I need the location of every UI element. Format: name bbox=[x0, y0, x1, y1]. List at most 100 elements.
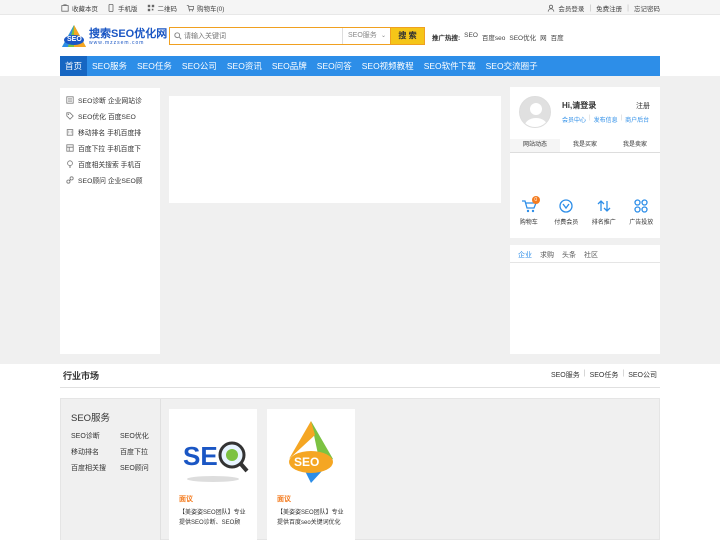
nav-home[interactable]: 首页 bbox=[60, 56, 88, 76]
quick-label: 广告投放 bbox=[629, 220, 654, 226]
bookmark-icon bbox=[61, 4, 69, 12]
divider: | bbox=[627, 4, 629, 12]
quick-links: 0 购物车 付费会员 排名推广 广告投放 bbox=[510, 196, 661, 226]
search-input[interactable] bbox=[184, 29, 334, 43]
quick-ad[interactable]: 广告投放 bbox=[623, 199, 661, 226]
side-item-label: 移动排名 手机百度排 bbox=[78, 130, 142, 137]
hot-link[interactable]: SEO bbox=[464, 32, 478, 42]
divider: | bbox=[589, 115, 591, 121]
side-item-mobile-rank[interactable]: 移动排名 手机百度排 bbox=[60, 124, 160, 140]
quick-cart[interactable]: 0 购物车 bbox=[510, 196, 548, 226]
nav-seo-qa[interactable]: SEO问答 bbox=[312, 56, 357, 76]
market-link-seo-company[interactable]: SEO公司 bbox=[628, 370, 657, 380]
quick-rank[interactable]: 排名推广 bbox=[585, 199, 623, 226]
forgot-password-link[interactable]: 忘记密码 bbox=[634, 3, 660, 13]
merchant-backend-link[interactable]: 商户后台 bbox=[625, 115, 649, 124]
hot-link[interactable]: SEO优化 bbox=[509, 32, 536, 42]
nav-seo-company[interactable]: SEO公司 bbox=[177, 56, 222, 76]
list-icon bbox=[66, 96, 74, 104]
rank-icon bbox=[597, 200, 611, 212]
product-card[interactable]: SE 面议 【美姿姿SEO团队】专业提供SEO诊断、SEO顾 bbox=[169, 409, 257, 540]
link-icon bbox=[66, 176, 74, 184]
hot-link[interactable]: 网 bbox=[540, 32, 547, 42]
category-link[interactable]: 百度相关搜 bbox=[71, 463, 120, 473]
search-category-label: SEO服务 bbox=[348, 32, 377, 39]
hot-searches: 推广热搜: SEO 百度seo SEO优化 网 百度 bbox=[432, 32, 564, 42]
product-card[interactable]: SEO 面议 【美姿姿SEO团队】专业提供百度seo关键词优化 bbox=[267, 409, 355, 540]
hot-label: 推广热搜: bbox=[432, 35, 461, 42]
tab-buyer[interactable]: 我是买家 bbox=[560, 139, 610, 152]
side-item-seo-consultant[interactable]: SEO顾问 企业SEO顾 bbox=[60, 172, 160, 188]
category-link[interactable]: 移动排名 bbox=[71, 447, 120, 457]
nav-seo-task[interactable]: SEO任务 bbox=[132, 56, 177, 76]
register-button[interactable]: 注册 bbox=[636, 101, 650, 111]
nav-seo-software[interactable]: SEO软件下载 bbox=[419, 56, 481, 76]
hot-link[interactable]: 百度seo bbox=[482, 32, 505, 42]
nav-seo-service[interactable]: SEO服务 bbox=[87, 56, 132, 76]
ad-icon bbox=[634, 199, 648, 213]
category-link[interactable]: 百度下拉 bbox=[120, 447, 160, 457]
hot-link[interactable]: 百度 bbox=[551, 32, 564, 42]
quick-vip[interactable]: 付费会员 bbox=[548, 199, 586, 226]
qrcode-icon bbox=[147, 4, 154, 12]
login-greeting[interactable]: Hi,请登录 bbox=[562, 100, 596, 111]
market-link-seo-task[interactable]: SEO任务 bbox=[590, 370, 619, 380]
cart-link[interactable]: 购物车(0) bbox=[186, 3, 224, 13]
user-tabs: 网站动态 我是买家 我是卖家 bbox=[510, 139, 660, 153]
search-button[interactable]: 搜 索 bbox=[390, 27, 425, 45]
divider bbox=[510, 262, 660, 263]
main-nav: 首页 SEO服务 SEO任务 SEO公司 SEO资讯 SEO品牌 SEO问答 S… bbox=[60, 56, 660, 76]
news-panel: 企业 求购 头条 社区 bbox=[510, 245, 660, 354]
post-info-link[interactable]: 发布信息 bbox=[594, 115, 618, 124]
category-name[interactable]: SEO服务 bbox=[71, 410, 110, 424]
qrcode-label: 二维码 bbox=[157, 6, 178, 13]
market-link-seo-service[interactable]: SEO服务 bbox=[551, 370, 580, 380]
side-item-seo-diagnosis[interactable]: SEO诊断 企业网站诊 bbox=[60, 92, 160, 108]
card-price: 面议 bbox=[277, 496, 291, 503]
card-price: 面议 bbox=[179, 496, 193, 503]
side-item-label: SEO顾问 企业SEO顾 bbox=[78, 178, 143, 185]
bookmark-link[interactable]: 收藏本页 bbox=[61, 3, 98, 13]
logo-badge: SEO bbox=[67, 36, 82, 43]
search-category-select[interactable]: SEO服务 ⌄ bbox=[342, 28, 390, 44]
side-item-seo-optimize[interactable]: SEO优化 百度SEO bbox=[60, 108, 160, 124]
search-box: SEO服务 ⌄ bbox=[169, 27, 391, 45]
nav-seo-circle[interactable]: SEO交流圈子 bbox=[481, 56, 543, 76]
logo-title: 搜索SEO优化网 bbox=[89, 28, 168, 40]
category-link[interactable]: SEO诊断 bbox=[71, 431, 120, 441]
member-center-link[interactable]: 会员中心 bbox=[562, 115, 586, 124]
category-link[interactable]: SEO优化 bbox=[120, 431, 160, 441]
category-sidebar: SEO服务 SEO诊断 SEO优化 移动排名 百度下拉 百度相关搜 SEO顾问 bbox=[61, 399, 161, 540]
category-link[interactable]: SEO顾问 bbox=[120, 463, 160, 473]
login-link[interactable]: 会员登录 bbox=[547, 3, 584, 13]
site-logo[interactable]: SEO 搜索SEO优化网 www.mzzsem.com bbox=[60, 23, 167, 51]
divider: | bbox=[620, 115, 623, 121]
chevron-down-icon: ⌄ bbox=[380, 33, 386, 39]
card-description[interactable]: 【美姿姿SEO团队】专业提供SEO诊断、SEO顾 bbox=[179, 508, 251, 528]
nav-seo-video[interactable]: SEO视频教程 bbox=[357, 56, 419, 76]
mobile-link[interactable]: 手机版 bbox=[107, 3, 138, 13]
cart-label: 购物车(0) bbox=[197, 6, 225, 13]
tab-site-news[interactable]: 网站动态 bbox=[510, 139, 560, 152]
qrcode-link[interactable]: 二维码 bbox=[147, 3, 178, 13]
cart-count-badge: 0 bbox=[531, 196, 540, 204]
tag-icon bbox=[66, 112, 74, 120]
side-item-baidu-dropdown[interactable]: 百度下拉 手机百度下 bbox=[60, 140, 160, 156]
default-avatar-icon bbox=[524, 103, 548, 127]
tab-seller[interactable]: 我是卖家 bbox=[610, 139, 660, 152]
seo-magnifier-image: SE bbox=[183, 441, 249, 482]
nav-seo-news[interactable]: SEO资讯 bbox=[222, 56, 267, 76]
search-bar: SEO服务 ⌄ 搜 索 bbox=[169, 27, 425, 45]
card-description[interactable]: 【美姿姿SEO团队】专业提供百度seo关键词优化 bbox=[277, 508, 349, 528]
user-links: 会员中心 | 发布信息 | 商户后台 bbox=[562, 115, 649, 124]
register-link[interactable]: 免费注册 bbox=[596, 3, 622, 13]
mobile-label: 手机版 bbox=[118, 6, 138, 13]
bookmark-label: 收藏本页 bbox=[72, 6, 98, 13]
side-item-baidu-related[interactable]: 百度相关搜索 手机百 bbox=[60, 156, 160, 172]
banner-slot[interactable] bbox=[169, 96, 501, 203]
svg-text:SE: SE bbox=[183, 441, 218, 471]
search-icon bbox=[174, 32, 182, 40]
category-menu: SEO诊断 企业网站诊 SEO优化 百度SEO 移动排名 手机百度排 百度下拉 … bbox=[60, 88, 160, 354]
nav-seo-brand[interactable]: SEO品牌 bbox=[267, 56, 312, 76]
logo-subtitle: www.mzzsem.com bbox=[89, 40, 145, 46]
